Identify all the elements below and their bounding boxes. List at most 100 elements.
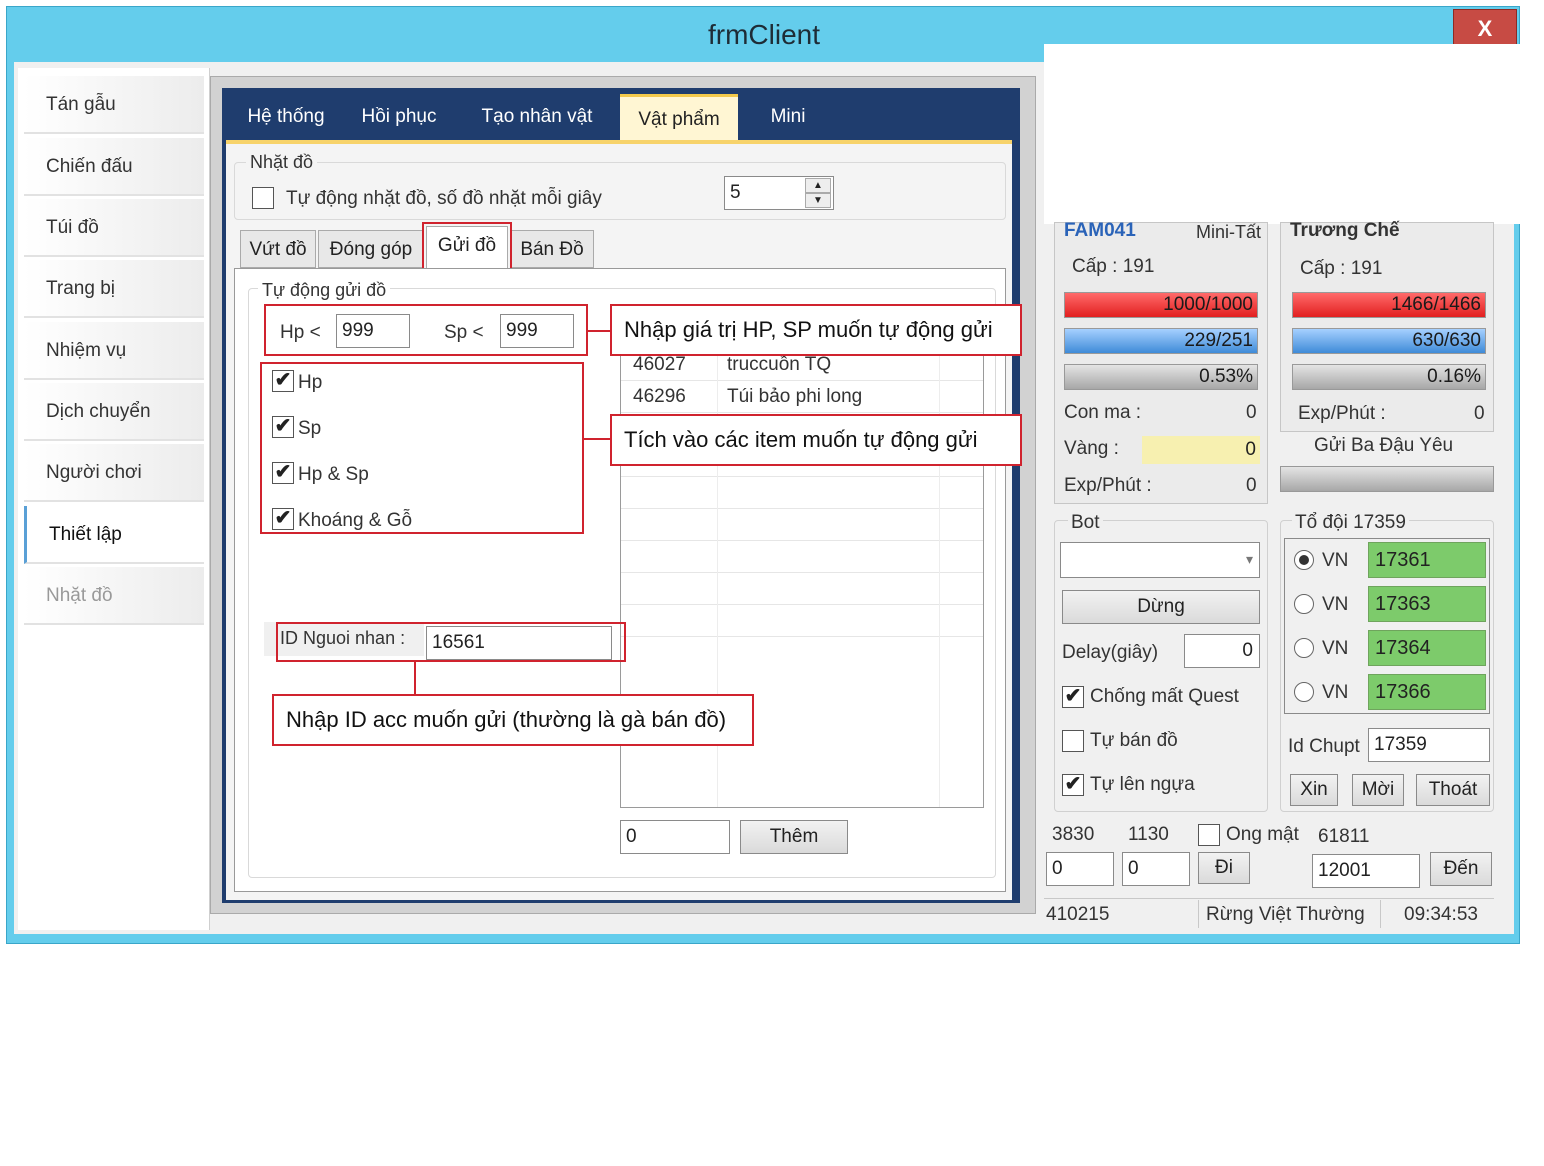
subtab-dong-gop[interactable]: Đóng góp [318, 230, 424, 268]
spin-up-icon[interactable]: ▲ [805, 178, 831, 193]
callout-connector [414, 662, 416, 694]
list-row-empty [621, 509, 983, 541]
team-legend: Tổ đội 17359 [1292, 512, 1409, 534]
char2-exp-min-label: Exp/Phút : [1298, 403, 1386, 424]
add-button[interactable]: Thêm [740, 820, 848, 854]
char2-exp-min-value: 0 [1474, 403, 1485, 424]
team-member-id: 17366 [1368, 674, 1486, 710]
destination-input[interactable]: 12001 [1312, 854, 1420, 888]
blank-area [1044, 44, 1520, 224]
tab-vat-pham[interactable]: Vật phẩm [620, 94, 738, 140]
tu-len-ngua-checkbox[interactable]: ✔ [1062, 774, 1084, 796]
char1-vang-label: Vàng : [1064, 438, 1119, 459]
callout-connector [588, 330, 610, 332]
subtab-ban-do[interactable]: Bán Đồ [510, 230, 594, 268]
pickup-per-second-stepper[interactable]: 5 ▲ ▼ [724, 176, 834, 210]
pickup-checkbox-label: Tự động nhặt đồ, số đồ nhặt mỗi giây [286, 188, 602, 209]
nav-item-tan-gau[interactable]: Tán gẫu [24, 76, 204, 134]
status-divider [1198, 900, 1199, 928]
stop-button[interactable]: Dừng [1062, 590, 1260, 624]
coord-x-input[interactable]: 0 [1046, 852, 1114, 886]
callout-hp-sp: Nhập giá trị HP, SP muốn tự động gửi [610, 304, 1022, 356]
team-member-label: VN [1322, 638, 1349, 659]
char1-con-ma-value: 0 [1246, 402, 1257, 423]
char1-con-ma-label: Con ma : [1064, 402, 1142, 423]
delay-input[interactable]: 0 [1184, 634, 1260, 668]
list-row-empty [621, 605, 983, 637]
list-row-empty [621, 573, 983, 605]
callout-connector [584, 438, 610, 440]
tab-mini[interactable]: Mini [750, 94, 826, 140]
char1-name: FAM041 [1064, 220, 1136, 241]
team-member-id: 17363 [1368, 586, 1486, 622]
close-button[interactable]: X [1453, 9, 1517, 49]
team-member-label: VN [1322, 550, 1349, 571]
ong-mat-value: 61811 [1318, 826, 1370, 847]
tu-ban-do-checkbox[interactable] [1062, 730, 1084, 752]
moi-button[interactable]: Mời [1352, 774, 1404, 806]
nav-item-thiet-lap[interactable]: Thiết lập [24, 506, 204, 564]
highlight-items [260, 362, 584, 534]
auto-send-legend: Tự động gửi đồ [258, 280, 391, 301]
char2-gift-label: Gửi Ba Đậu Yêu [1314, 435, 1454, 456]
settings-tabbar: Hệ thống Hồi phục Tạo nhân vật Vật phẩm … [226, 94, 1018, 140]
list-row-empty [621, 477, 983, 509]
coord-y-input[interactable]: 0 [1122, 852, 1190, 886]
callout-receiver: Nhập ID acc muốn gửi (thường là gà bán đ… [272, 694, 754, 746]
team-member-radio[interactable] [1294, 638, 1314, 658]
highlight-gui-do-tab [422, 222, 512, 274]
xin-button[interactable]: Xin [1290, 774, 1338, 806]
team-member-label: VN [1322, 594, 1349, 615]
tab-hoi-phuc[interactable]: Hồi phục [346, 94, 452, 140]
char1-level: Cấp : 191 [1072, 256, 1155, 277]
char2-exp-bar: 0.16% [1292, 364, 1486, 390]
nav-item-nguoi-choi[interactable]: Người chơi [24, 444, 204, 502]
status-time: 09:34:53 [1404, 904, 1478, 925]
nav-item-nhiem-vu[interactable]: Nhiệm vụ [24, 322, 204, 380]
subtab-vut-do[interactable]: Vứt đồ [240, 230, 316, 268]
go-button[interactable]: Đi [1198, 852, 1250, 884]
nav-item-chien-dau[interactable]: Chiến đấu [24, 138, 204, 196]
char1-sp-bar: 229/251 [1064, 328, 1258, 354]
den-button[interactable]: Đến [1430, 852, 1492, 886]
character-card-2 [1280, 222, 1494, 432]
tab-he-thong[interactable]: Hệ thống [230, 94, 342, 140]
list-item[interactable]: 46296 Túi bảo phi long [621, 381, 983, 413]
nav-item-tui-do[interactable]: Túi đồ [24, 199, 204, 257]
nav-item-nhat-do[interactable]: Nhặt đồ [24, 567, 204, 625]
char2-level: Cấp : 191 [1300, 258, 1383, 279]
char1-exp-bar: 0.53% [1064, 364, 1258, 390]
pickup-legend: Nhặt đồ [246, 152, 318, 173]
char2-gift-bar [1280, 466, 1494, 492]
status-map: Rừng Việt Thường [1206, 904, 1365, 925]
tu-len-ngua-label: Tự lên ngựa [1090, 774, 1195, 795]
id-chupt-label: Id Chupt [1288, 736, 1360, 757]
pickup-per-second-value: 5 [730, 182, 741, 203]
ong-mat-checkbox[interactable] [1198, 824, 1220, 846]
id-chupt-input[interactable]: 17359 [1368, 728, 1490, 762]
tab-tao-nhan-vat[interactable]: Tạo nhân vật [462, 94, 612, 140]
team-member-id: 17364 [1368, 630, 1486, 666]
char1-exp-min-label: Exp/Phút : [1064, 475, 1152, 496]
nav-item-trang-bi[interactable]: Trang bị [24, 260, 204, 318]
thoat-button[interactable]: Thoát [1416, 774, 1490, 806]
status-id: 410215 [1046, 904, 1110, 925]
list-item-id: 46296 [633, 386, 686, 407]
pickup-checkbox[interactable] [252, 187, 274, 209]
team-member-radio[interactable] [1294, 550, 1314, 570]
team-member-radio[interactable] [1294, 594, 1314, 614]
char2-hp-bar: 1466/1466 [1292, 292, 1486, 318]
bot-select[interactable]: ▾ [1060, 542, 1260, 578]
char1-exp-min-value: 0 [1246, 475, 1257, 496]
add-item-id-input[interactable]: 0 [620, 820, 730, 854]
char1-vang-value: 0 [1142, 436, 1260, 464]
spin-down-icon[interactable]: ▼ [805, 193, 831, 208]
char2-sp-bar: 630/630 [1292, 328, 1486, 354]
nav-item-dich-chuyen[interactable]: Dịch chuyển [24, 383, 204, 441]
coord-x: 3830 [1052, 824, 1095, 845]
left-nav: Tán gẫu Chiến đấu Túi đồ Trang bị Nhiệm … [18, 68, 210, 930]
char2-name: Trương Chế [1290, 220, 1400, 241]
tu-ban-do-label: Tự bán đồ [1090, 730, 1178, 751]
team-member-radio[interactable] [1294, 682, 1314, 702]
chong-mat-quest-checkbox[interactable]: ✔ [1062, 686, 1084, 708]
